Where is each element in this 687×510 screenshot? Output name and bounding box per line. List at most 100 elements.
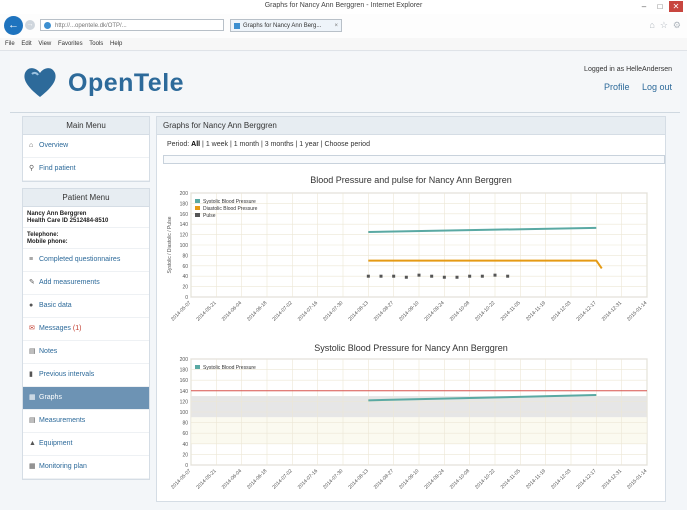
menu-view[interactable]: View [38, 38, 51, 50]
x-tick-label: 2014-07-02 [271, 468, 293, 490]
address-input[interactable]: http://...opentele.dk/OTP/... [40, 19, 224, 31]
x-tick-label: 2014-07-16 [297, 468, 319, 490]
y-tick-label: 140 [180, 389, 189, 395]
gear-icon[interactable]: ⚙ [673, 20, 681, 31]
x-tick-label: 2014-07-16 [297, 300, 319, 322]
pulse-point [455, 275, 459, 279]
legend-label: Systolic Blood Pressure [203, 199, 256, 205]
legend-swatch [195, 199, 200, 203]
period-label: Period: [167, 141, 190, 148]
period-option-all[interactable]: All [191, 141, 200, 148]
menu-help[interactable]: Help [110, 38, 122, 50]
sidebar: Main Menu ⌂ Overview ⚲ Find patient Patien… [22, 116, 150, 486]
app-name: OpenTele [68, 69, 185, 97]
sidebar-item-messages[interactable]: ✉ Messages (1) [23, 318, 149, 341]
sidebar-item-equipment[interactable]: ▲ Equipment [23, 433, 149, 456]
y-tick-label: 160 [180, 212, 189, 218]
sidebar-item-measurements[interactable]: ▤ Measurements [23, 410, 149, 433]
pulse-point [506, 274, 510, 278]
menu-favorites[interactable]: Favorites [58, 38, 83, 50]
x-tick-label: 2014-07-30 [322, 300, 344, 322]
home-icon[interactable]: ⌂ [649, 20, 654, 31]
back-arrow-icon[interactable]: ← [4, 16, 23, 35]
main-menu-panel: Main Menu ⌂ Overview ⚲ Find patient [22, 116, 150, 182]
x-tick-label: 2014-12-31 [601, 468, 623, 490]
menu-tools[interactable]: Tools [89, 38, 103, 50]
patient-health-id: Health Care ID 2512484-8510 [27, 218, 109, 224]
y-tick-label: 180 [180, 368, 189, 374]
y-tick-label: 200 [180, 357, 189, 363]
sidebar-item-overview[interactable]: ⌂ Overview [23, 135, 149, 158]
y-tick-label: 200 [180, 191, 189, 197]
sidebar-item-notes[interactable]: ▤ Notes [23, 341, 149, 364]
browser-tab[interactable]: Graphs for Nancy Ann Berg... × [230, 19, 342, 32]
notes-icon: ▤ [29, 348, 36, 355]
maximize-icon[interactable]: □ [653, 1, 667, 12]
bp-pulse-chart-svg: 0204060801001201401601802002014-05-07 201… [167, 191, 649, 323]
legend-label: Systolic Blood Pressure [203, 365, 256, 371]
sidebar-item-monitoring-plan[interactable]: ▦ Monitoring plan [23, 456, 149, 479]
period-option-1-month[interactable]: 1 month [234, 141, 259, 148]
x-tick-label: 2014-06-18 [246, 468, 268, 490]
user-icon: ● [29, 302, 34, 309]
x-tick-label: 2014-10-08 [449, 468, 471, 490]
period-option-1-week[interactable]: 1 week [206, 141, 228, 148]
x-tick-label: 2014-05-07 [170, 300, 192, 322]
window-title: Graphs for Nancy Ann Berggren - Internet… [264, 2, 423, 9]
sidebar-item-previous-intervals[interactable]: ▮ Previous intervals [23, 364, 149, 387]
pulse-point [480, 274, 484, 278]
sidebar-item-add-measurements[interactable]: ✎ Add measurements [23, 272, 149, 295]
tab-close-icon[interactable]: × [334, 20, 338, 31]
sidebar-item-basic-data[interactable]: ● Basic data [23, 295, 149, 318]
x-tick-label: 2014-09-24 [423, 300, 445, 322]
star-icon[interactable]: ☆ [660, 20, 668, 31]
menu-edit[interactable]: Edit [21, 38, 31, 50]
period-option-1-year[interactable]: 1 year [299, 141, 318, 148]
x-tick-label: 2014-07-30 [322, 468, 344, 490]
y-axis-label: Systolic / Diastolic / Pulse [167, 216, 173, 273]
profile-link[interactable]: Profile [604, 82, 630, 92]
minimize-icon[interactable]: – [637, 1, 651, 12]
app-header: OpenTele Logged in as HelleAndersen Prof… [10, 52, 680, 113]
logged-in-text: Logged in as HelleAndersen [584, 66, 672, 73]
x-tick-label: 2014-08-27 [373, 300, 395, 322]
period-range-slider[interactable] [163, 155, 665, 164]
forward-arrow-icon[interactable]: → [25, 20, 35, 30]
period-option-3-months[interactable]: 3 months [265, 141, 294, 148]
pulse-point [430, 274, 434, 278]
window-titlebar: Graphs for Nancy Ann Berggren - Internet… [0, 0, 687, 15]
legend-swatch [195, 365, 200, 369]
book-icon: ▮ [29, 371, 33, 378]
y-tick-label: 100 [180, 410, 189, 416]
legend-swatch [195, 213, 200, 217]
list-icon: ≡ [29, 256, 34, 263]
main-panel: Graphs for Nancy Ann Berggren Period: Al… [156, 116, 666, 502]
legend-label: Pulse [203, 213, 216, 219]
main-menu-title: Main Menu [23, 117, 149, 135]
x-tick-label: 2015-01-14 [626, 300, 648, 322]
pulse-point [468, 274, 472, 278]
menu-file[interactable]: File [5, 38, 15, 50]
sidebar-item-graphs[interactable]: ▦ Graphs [23, 387, 149, 410]
x-tick-label: 2014-11-05 [500, 300, 522, 322]
address-bar-row: ← → http://...opentele.dk/OTP/... Graphs… [0, 14, 687, 39]
x-tick-label: 2014-12-17 [575, 300, 597, 322]
sidebar-item-completed-questionnaires[interactable]: ≡ Completed questionnaires [23, 249, 149, 272]
legend-swatch [195, 206, 200, 210]
mobile-label: Mobile phone: [27, 239, 68, 245]
y-tick-label: 160 [180, 378, 189, 384]
x-tick-label: 2014-10-22 [474, 468, 496, 490]
logout-link[interactable]: Log out [642, 82, 672, 92]
pulse-point [493, 273, 497, 277]
x-tick-label: 2014-12-31 [601, 300, 623, 322]
systolic-chart: Systolic Blood Pressure for Nancy Ann Be… [157, 343, 665, 501]
close-icon[interactable]: ✕ [669, 1, 683, 12]
sidebar-item-find-patient[interactable]: ⚲ Find patient [23, 158, 149, 181]
x-tick-label: 2014-10-08 [449, 300, 471, 322]
x-tick-label: 2014-12-17 [575, 468, 597, 490]
heart-logo-icon [24, 68, 56, 97]
pulse-point [392, 274, 396, 278]
x-tick-label: 2014-10-22 [474, 300, 496, 322]
period-option-choose-period[interactable]: Choose period [324, 141, 370, 148]
pulse-point [442, 275, 446, 279]
